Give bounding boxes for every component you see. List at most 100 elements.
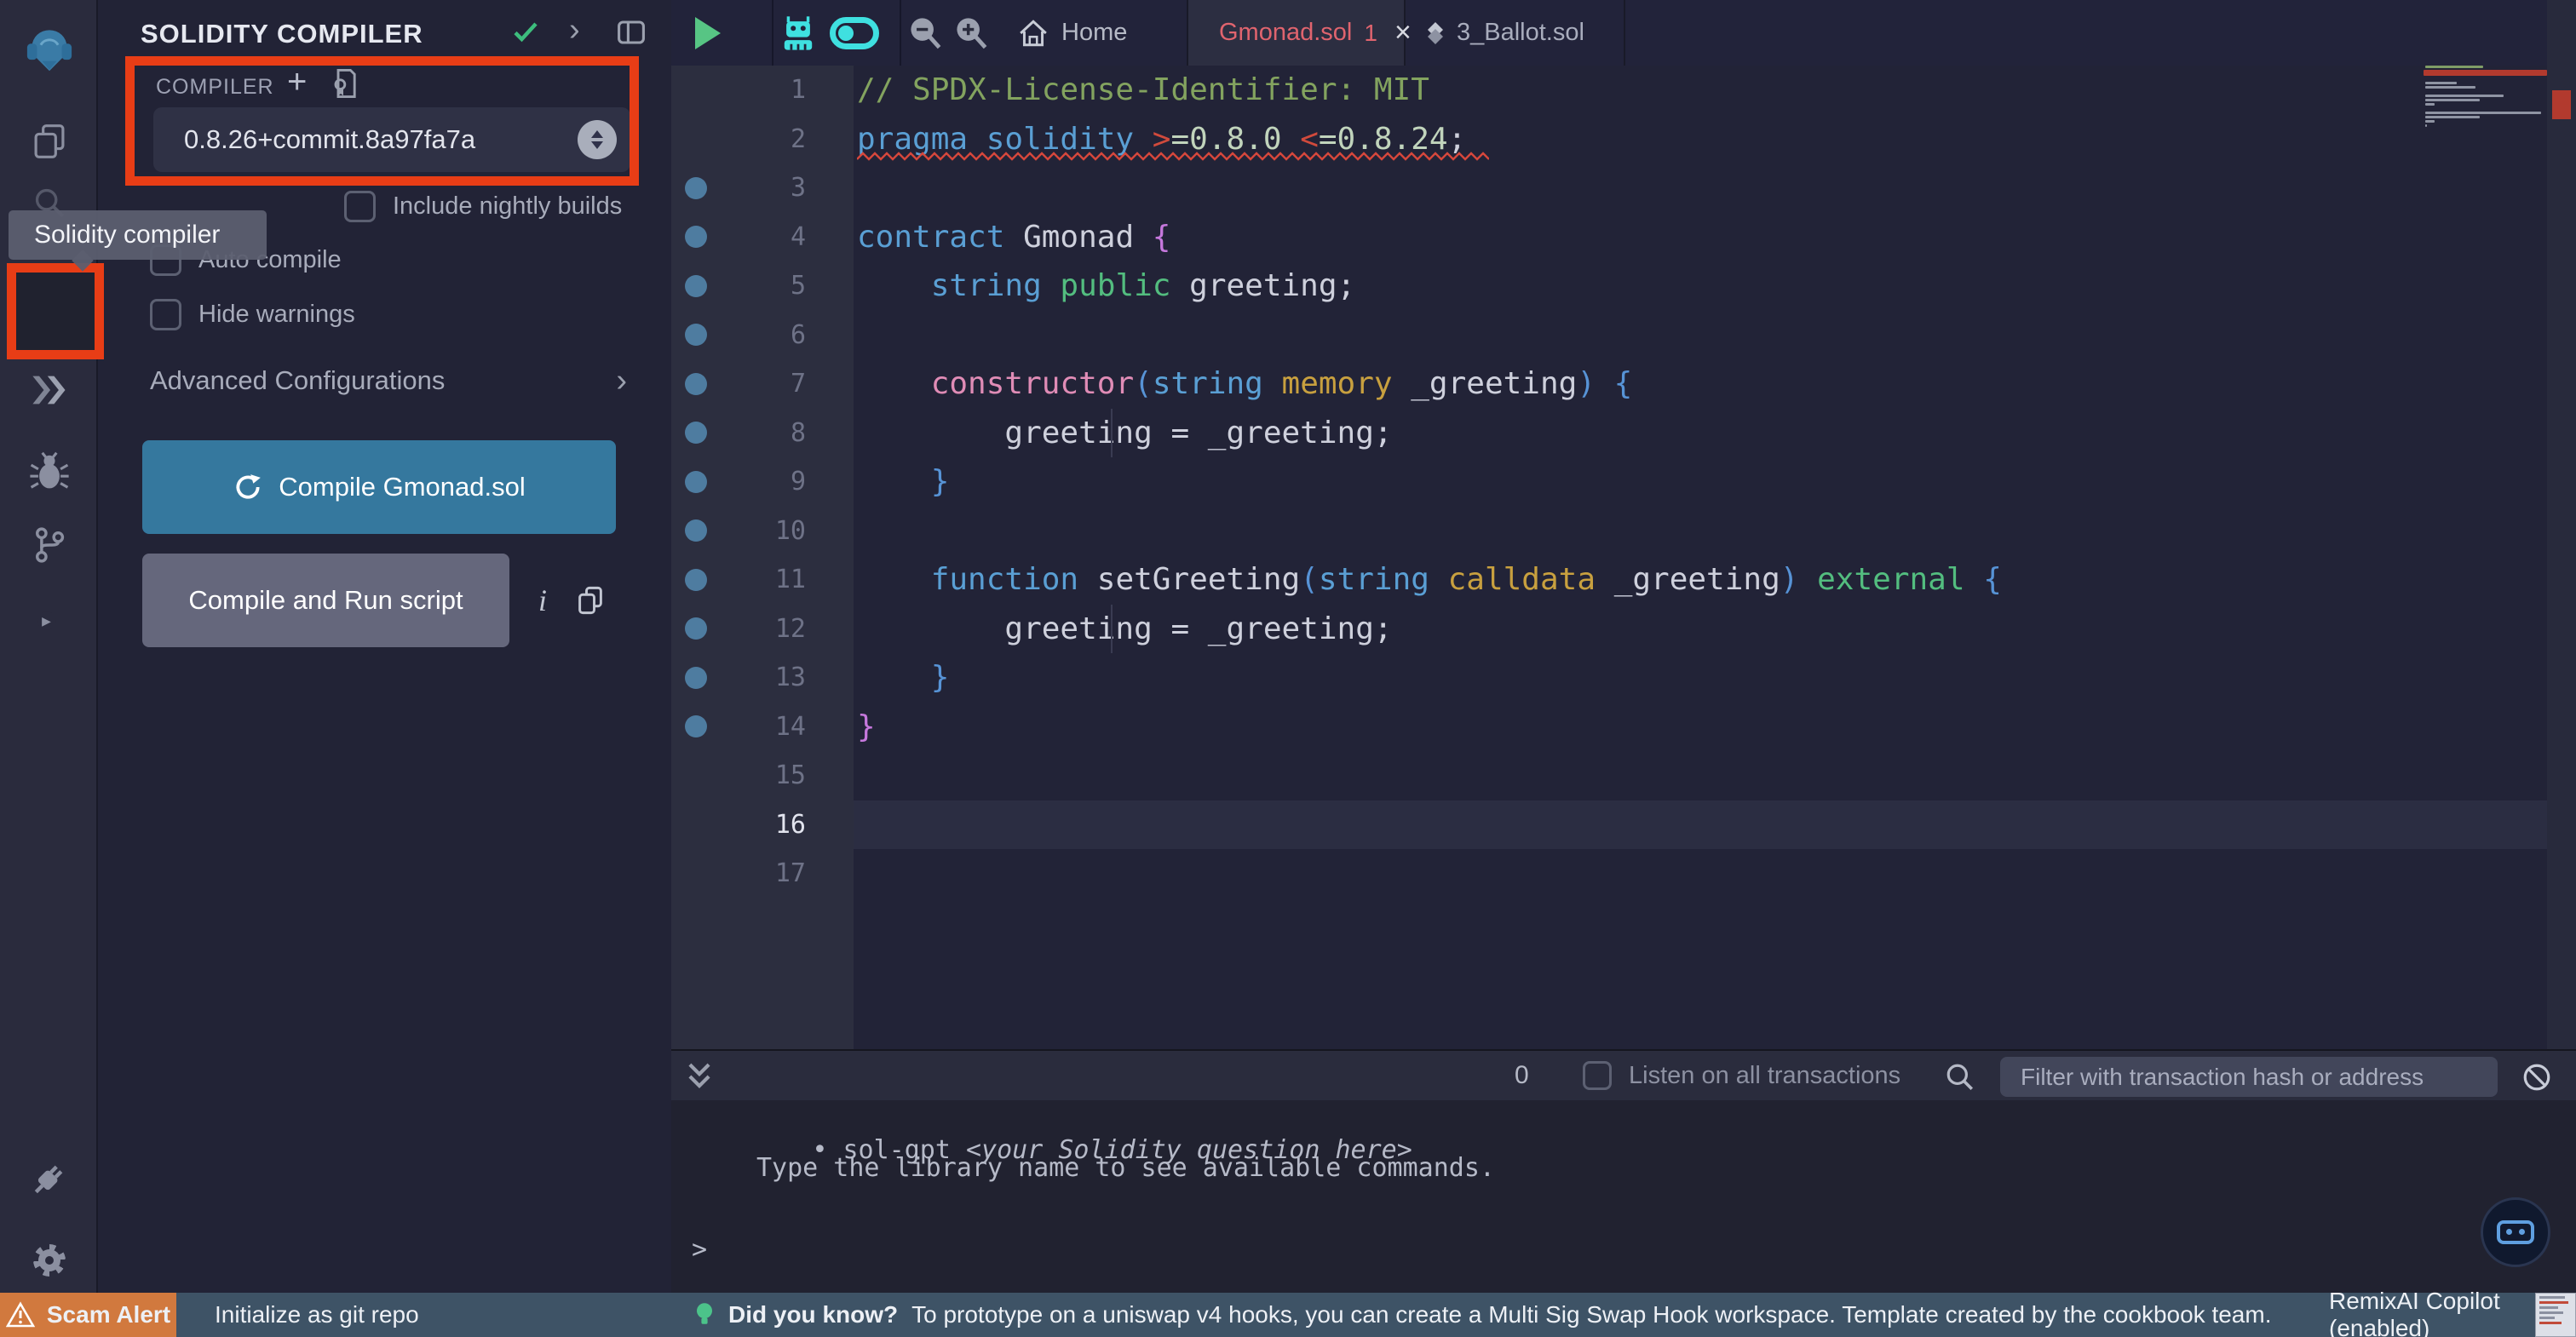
compiled-check-icon[interactable] bbox=[511, 19, 540, 44]
zoom-out-button[interactable] bbox=[908, 0, 942, 66]
code-line-1[interactable]: // SPDX-License-Identifier: MIT bbox=[854, 66, 2547, 115]
breakpoint-dot[interactable] bbox=[685, 666, 707, 689]
token-comment: // SPDX-License-Identifier: MIT bbox=[857, 72, 1429, 108]
line-number: 12 bbox=[774, 613, 806, 644]
code-area[interactable]: // SPDX-License-Identifier: MIT pragma so… bbox=[854, 66, 2547, 1049]
scam-alert-button[interactable]: Scam Alert bbox=[0, 1293, 176, 1337]
transaction-filter-input[interactable] bbox=[2000, 1057, 2498, 1097]
token-storage: memory bbox=[1281, 366, 1412, 402]
breakpoint-dot[interactable] bbox=[685, 715, 707, 738]
run-script-button[interactable] bbox=[695, 0, 721, 66]
gutter-line-7: 7 bbox=[671, 359, 854, 409]
token-keyword: string bbox=[1318, 562, 1448, 598]
token-keyword: contract bbox=[857, 219, 1024, 255]
pip-preview-thumbnail[interactable] bbox=[2535, 1293, 2576, 1337]
annotation-box-compiler-version bbox=[125, 56, 639, 186]
sidebar-item-settings[interactable] bbox=[0, 1237, 98, 1284]
line-number: 5 bbox=[790, 271, 806, 301]
compile-and-run-button[interactable]: Compile and Run script bbox=[142, 554, 509, 647]
hide-warnings-checkbox[interactable] bbox=[150, 299, 181, 330]
code-line-13[interactable]: } bbox=[854, 653, 2547, 703]
sidebar-item-plugin-manager[interactable]: ▶ bbox=[0, 601, 98, 649]
play-icon bbox=[695, 16, 721, 49]
breakpoint-dot[interactable] bbox=[685, 226, 707, 249]
code-line-7[interactable]: constructor(string memory _greeting) { bbox=[854, 359, 2547, 409]
git-init-button[interactable]: Initialize as git repo bbox=[215, 1293, 419, 1337]
breakpoint-dot[interactable] bbox=[685, 422, 707, 445]
code-line-10[interactable] bbox=[854, 507, 2547, 556]
clear-console-button[interactable] bbox=[2521, 1062, 2552, 1093]
copilot-toggle[interactable] bbox=[830, 0, 879, 66]
minimap-line bbox=[2425, 103, 2435, 106]
breakpoint-dot[interactable] bbox=[685, 176, 707, 199]
include-nightly-checkbox[interactable] bbox=[344, 191, 376, 222]
gutter-line-2: 2 bbox=[671, 115, 854, 164]
sidebar-item-deploy-run[interactable] bbox=[0, 366, 98, 414]
copy-icon[interactable] bbox=[576, 585, 605, 616]
code-line-3[interactable] bbox=[854, 164, 2547, 213]
listen-transactions-checkbox[interactable] bbox=[1583, 1061, 1612, 1090]
info-icon[interactable]: i bbox=[538, 582, 547, 618]
code-line-17[interactable] bbox=[854, 849, 2547, 898]
tab-home[interactable]: Home bbox=[1000, 0, 1144, 66]
sidebar-item-plugin-connector[interactable] bbox=[0, 1151, 98, 1206]
remixai-copilot-button[interactable] bbox=[2481, 1197, 2550, 1267]
scam-alert-label: Scam Alert bbox=[46, 1301, 171, 1328]
breakpoint-dot[interactable] bbox=[685, 519, 707, 542]
code-line-8[interactable]: greeting = _greeting; bbox=[854, 408, 2547, 457]
ban-icon bbox=[2523, 1064, 2550, 1091]
token-plain: _greeting bbox=[1613, 562, 1780, 598]
play-badge-icon: ▶ bbox=[37, 611, 56, 630]
gutter-line-14: 14 bbox=[671, 703, 854, 752]
remix-ide-window: ▶ SOLIDITY COMPILER › COMPILER + 0.8.26+… bbox=[0, 0, 2576, 1337]
breakpoint-dot[interactable] bbox=[685, 372, 707, 395]
line-number: 15 bbox=[774, 760, 806, 791]
terminal-toolbar: 0 Listen on all transactions bbox=[671, 1049, 2576, 1100]
ai-copilot-button[interactable] bbox=[780, 0, 816, 66]
breakpoint-dot[interactable] bbox=[685, 568, 707, 591]
tab-gmonad-sol[interactable]: Gmonad.sol 1 × bbox=[1187, 0, 1412, 66]
token-ctor: constructor bbox=[930, 366, 1135, 402]
include-nightly-row: Include nightly builds bbox=[344, 191, 622, 222]
compile-button[interactable]: Compile Gmonad.sol bbox=[142, 440, 616, 534]
hide-warnings-label: Hide warnings bbox=[198, 301, 355, 328]
breakpoint-dot[interactable] bbox=[685, 617, 707, 640]
code-line-4[interactable]: contract Gmonad { bbox=[854, 213, 2547, 262]
expand-terminal-button[interactable] bbox=[685, 1061, 714, 1092]
code-line-9[interactable]: } bbox=[854, 457, 2547, 507]
breakpoint-dot[interactable] bbox=[685, 470, 707, 493]
zoom-in-button[interactable] bbox=[954, 0, 988, 66]
search-icon bbox=[1946, 1064, 1974, 1091]
refresh-icon bbox=[236, 474, 262, 499]
code-line-5[interactable]: string public greeting; bbox=[854, 261, 2547, 311]
code-line-15[interactable] bbox=[854, 751, 2547, 800]
breakpoint-dot[interactable] bbox=[685, 274, 707, 297]
line-number: 4 bbox=[790, 221, 806, 252]
breakpoint-dot[interactable] bbox=[685, 324, 707, 347]
pin-panel-icon[interactable] bbox=[616, 19, 647, 46]
code-line-11[interactable]: function setGreeting(string calldata _gr… bbox=[854, 555, 2547, 605]
code-line-16[interactable] bbox=[854, 800, 2547, 849]
compile-button-label: Compile Gmonad.sol bbox=[279, 472, 526, 502]
gutter-line-11: 11 bbox=[671, 555, 854, 605]
remix-logo[interactable] bbox=[0, 26, 98, 77]
did-you-know-tip: Did you know? To prototype on a uniswap … bbox=[694, 1293, 2271, 1337]
file-explorer-icon bbox=[34, 124, 64, 158]
terminal-search-button[interactable] bbox=[1945, 1062, 1975, 1093]
tab-ballot-sol[interactable]: 3_Ballot.sol bbox=[1407, 0, 1625, 66]
token-brace2: ) bbox=[1780, 562, 1818, 598]
code-line-12[interactable]: greeting = _greeting; bbox=[854, 604, 2547, 653]
code-line-14[interactable]: } bbox=[854, 703, 2547, 752]
advanced-configurations[interactable]: Advanced Configurations › bbox=[150, 364, 627, 397]
code-line-6[interactable] bbox=[854, 311, 2547, 360]
sidebar-item-file-explorer[interactable] bbox=[0, 118, 98, 165]
gutter-line-8: 8 bbox=[671, 409, 854, 458]
sidebar-item-debugger[interactable] bbox=[0, 446, 98, 494]
terminal-prompt[interactable]: > bbox=[692, 1235, 707, 1265]
sidebar-item-git[interactable] bbox=[0, 521, 98, 569]
listen-transactions-label: Listen on all transactions bbox=[1629, 1061, 1901, 1089]
overview-ruler[interactable] bbox=[2547, 0, 2576, 1049]
panel-chevron-icon[interactable]: › bbox=[569, 14, 580, 46]
code-line-2[interactable]: pragma solidity > =0.8.0 < =0.8.24; bbox=[854, 115, 2547, 164]
minimap[interactable] bbox=[2424, 66, 2547, 141]
